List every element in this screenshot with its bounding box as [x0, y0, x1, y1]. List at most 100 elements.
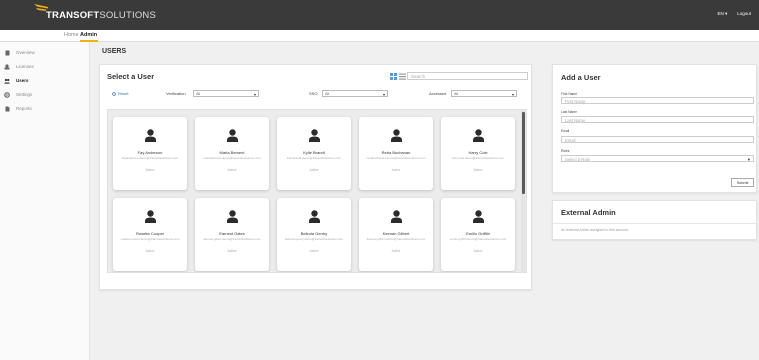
user-status: Active	[145, 168, 155, 172]
sub-navigation: Home Admin	[0, 30, 759, 42]
external-admin-title: External Admin	[561, 208, 616, 217]
user-email: kyliebrandt.demo@transoftsolutions.com	[286, 156, 342, 160]
user-status: Active	[227, 168, 237, 172]
tab-home[interactable]: Home	[64, 32, 79, 38]
user-email: belinda.gentry.demo@transoftsolutions.co…	[284, 237, 344, 241]
user-name: Rosetta Cooper	[135, 231, 164, 236]
email-label: Email	[561, 129, 570, 133]
divider	[553, 223, 758, 224]
avatar-icon	[227, 129, 238, 142]
user-card[interactable]: Keenan Gilbert keenan.gilbert.demo@trans…	[359, 198, 433, 271]
sidebar-item-label: Overview	[16, 50, 35, 55]
user-card[interactable]: Fay Anderson fayanderson.demo@transoftso…	[113, 117, 187, 190]
sidebar: Overview Licenses Users Settings Reports	[0, 42, 90, 360]
users-icon	[4, 78, 10, 84]
add-user-title: Add a User	[561, 73, 601, 82]
avatar-icon	[391, 129, 402, 142]
accessed-select[interactable]: All ▾	[451, 90, 517, 97]
select-user-panel: Select a User Search Reset Verification …	[99, 64, 532, 290]
user-email: harrycole.demo@transoftsolutions.com	[451, 156, 505, 160]
top-bar: TRANSOFTSOLUTIONS EN ▾ Logout	[0, 0, 759, 30]
tab-admin[interactable]: Admin	[80, 32, 97, 38]
avatar-icon	[309, 210, 320, 223]
user-card[interactable]: Belinda Gentry belinda.gentry.demo@trans…	[277, 198, 351, 271]
refresh-icon	[112, 91, 116, 96]
logout-link[interactable]: Logout	[737, 11, 751, 17]
search-input[interactable]: Search	[407, 72, 528, 80]
filter-bar: Reset Verification All ▾ SSO All ▾ Accesse…	[107, 90, 527, 98]
user-email: rebabuchanan.demo@transoftsolutions.com	[366, 156, 426, 160]
avatar-icon	[473, 210, 484, 223]
user-email: earnest.gates.demo@transoftsolutions.com	[203, 237, 261, 241]
avatar-icon	[309, 129, 320, 142]
submit-button[interactable]: Submit	[731, 178, 754, 187]
filter-label-verification: Verification	[166, 91, 186, 96]
user-name: Emilio Griffith	[466, 231, 490, 236]
roles-label: Roles	[561, 149, 570, 153]
external-admin-panel: External Admin An external Admin assigne…	[552, 200, 758, 240]
brand-logo[interactable]: TRANSOFTSOLUTIONS	[34, 4, 157, 23]
chevron-down-icon: ▾	[382, 92, 385, 97]
user-status: Active	[145, 249, 155, 253]
user-cards-grid: Fay Anderson fayanderson.demo@transoftso…	[107, 109, 527, 273]
roles-select[interactable]: Select a Role ▾	[561, 155, 754, 162]
sidebar-item-users[interactable]: Users	[4, 76, 29, 85]
select-user-title: Select a User	[107, 72, 155, 81]
email-field[interactable]: Email	[561, 136, 754, 143]
user-status: Active	[309, 249, 319, 253]
avatar-icon	[145, 129, 156, 142]
avatar-icon	[227, 210, 238, 223]
chevron-down-icon: ▾	[747, 157, 750, 162]
user-card[interactable]: Earnest Gates earnest.gates.demo@transof…	[195, 198, 269, 271]
sidebar-item-label: Licenses	[16, 64, 34, 69]
user-card[interactable]: Reba Buchanan rebabuchanan.demo@transoft…	[359, 117, 433, 190]
report-icon	[4, 106, 10, 112]
list-view-icon[interactable]	[399, 73, 406, 80]
user-status: Active	[391, 249, 401, 253]
avatar-icon	[391, 210, 402, 223]
user-card[interactable]: Rosetta Cooper rosetta.cooper.demo@trans…	[113, 198, 187, 271]
user-card[interactable]: Kylie Brandt kyliebrandt.demo@transoftso…	[277, 117, 351, 190]
brand-name: TRANSOFTSOLUTIONS	[46, 9, 157, 21]
grid-view-icon[interactable]	[390, 73, 397, 80]
avatar-icon	[145, 210, 156, 223]
sidebar-item-settings[interactable]: Settings	[4, 90, 32, 99]
user-status: Active	[227, 249, 237, 253]
user-name: Harry Cole	[468, 150, 488, 155]
chevron-down-icon: ▾	[253, 92, 256, 97]
user-name: Keenan Gilbert	[382, 231, 410, 236]
user-name: Maria Bement	[219, 150, 245, 155]
first-name-field[interactable]: First Name	[561, 97, 754, 104]
filter-label-accessed: Accessed	[429, 91, 447, 96]
filter-label-sso: SSO	[309, 91, 318, 96]
document-icon	[4, 50, 10, 56]
add-user-panel: Add a User First Name First Name Last Na…	[552, 64, 757, 193]
first-name-label: First Name	[561, 92, 578, 96]
sidebar-item-label: Reports	[16, 106, 32, 111]
page-title: USERS	[102, 48, 127, 55]
avatar-icon	[473, 129, 484, 142]
sidebar-item-licenses[interactable]: Licenses	[4, 62, 34, 71]
license-icon	[4, 63, 10, 70]
user-name: Belinda Gentry	[300, 231, 328, 236]
cards-scrollbar-thumb[interactable]	[522, 112, 525, 194]
external-admin-message: An external Admin assigned to this accou…	[561, 228, 629, 232]
user-name: Earnest Gates	[219, 231, 245, 236]
sidebar-item-overview[interactable]: Overview	[4, 48, 35, 57]
user-email: keenan.gilbert.demo@transoftsolutions.co…	[366, 237, 426, 241]
sidebar-item-reports[interactable]: Reports	[4, 104, 32, 113]
user-status: Active	[473, 168, 483, 172]
user-name: Fay Anderson	[137, 150, 163, 155]
last-name-field[interactable]: Last Name	[561, 116, 754, 123]
reset-button[interactable]: Reset	[112, 91, 128, 96]
user-status: Active	[309, 168, 319, 172]
user-card[interactable]: Maria Bement mariabement.demo@transoftso…	[195, 117, 269, 190]
user-card[interactable]: Emilio Griffith emilio.griffith.demo@tra…	[441, 198, 515, 271]
language-selector[interactable]: EN ▾	[717, 11, 727, 17]
user-name: Kylie Brandt	[303, 150, 325, 155]
user-email: rosetta.cooper.demo@transoftsolutions.co…	[120, 237, 180, 241]
sidebar-item-label: Users	[16, 78, 29, 83]
user-card[interactable]: Harry Cole harrycole.demo@transoftsoluti…	[441, 117, 515, 190]
sso-select[interactable]: All ▾	[322, 90, 388, 97]
verification-select[interactable]: All ▾	[193, 90, 259, 97]
